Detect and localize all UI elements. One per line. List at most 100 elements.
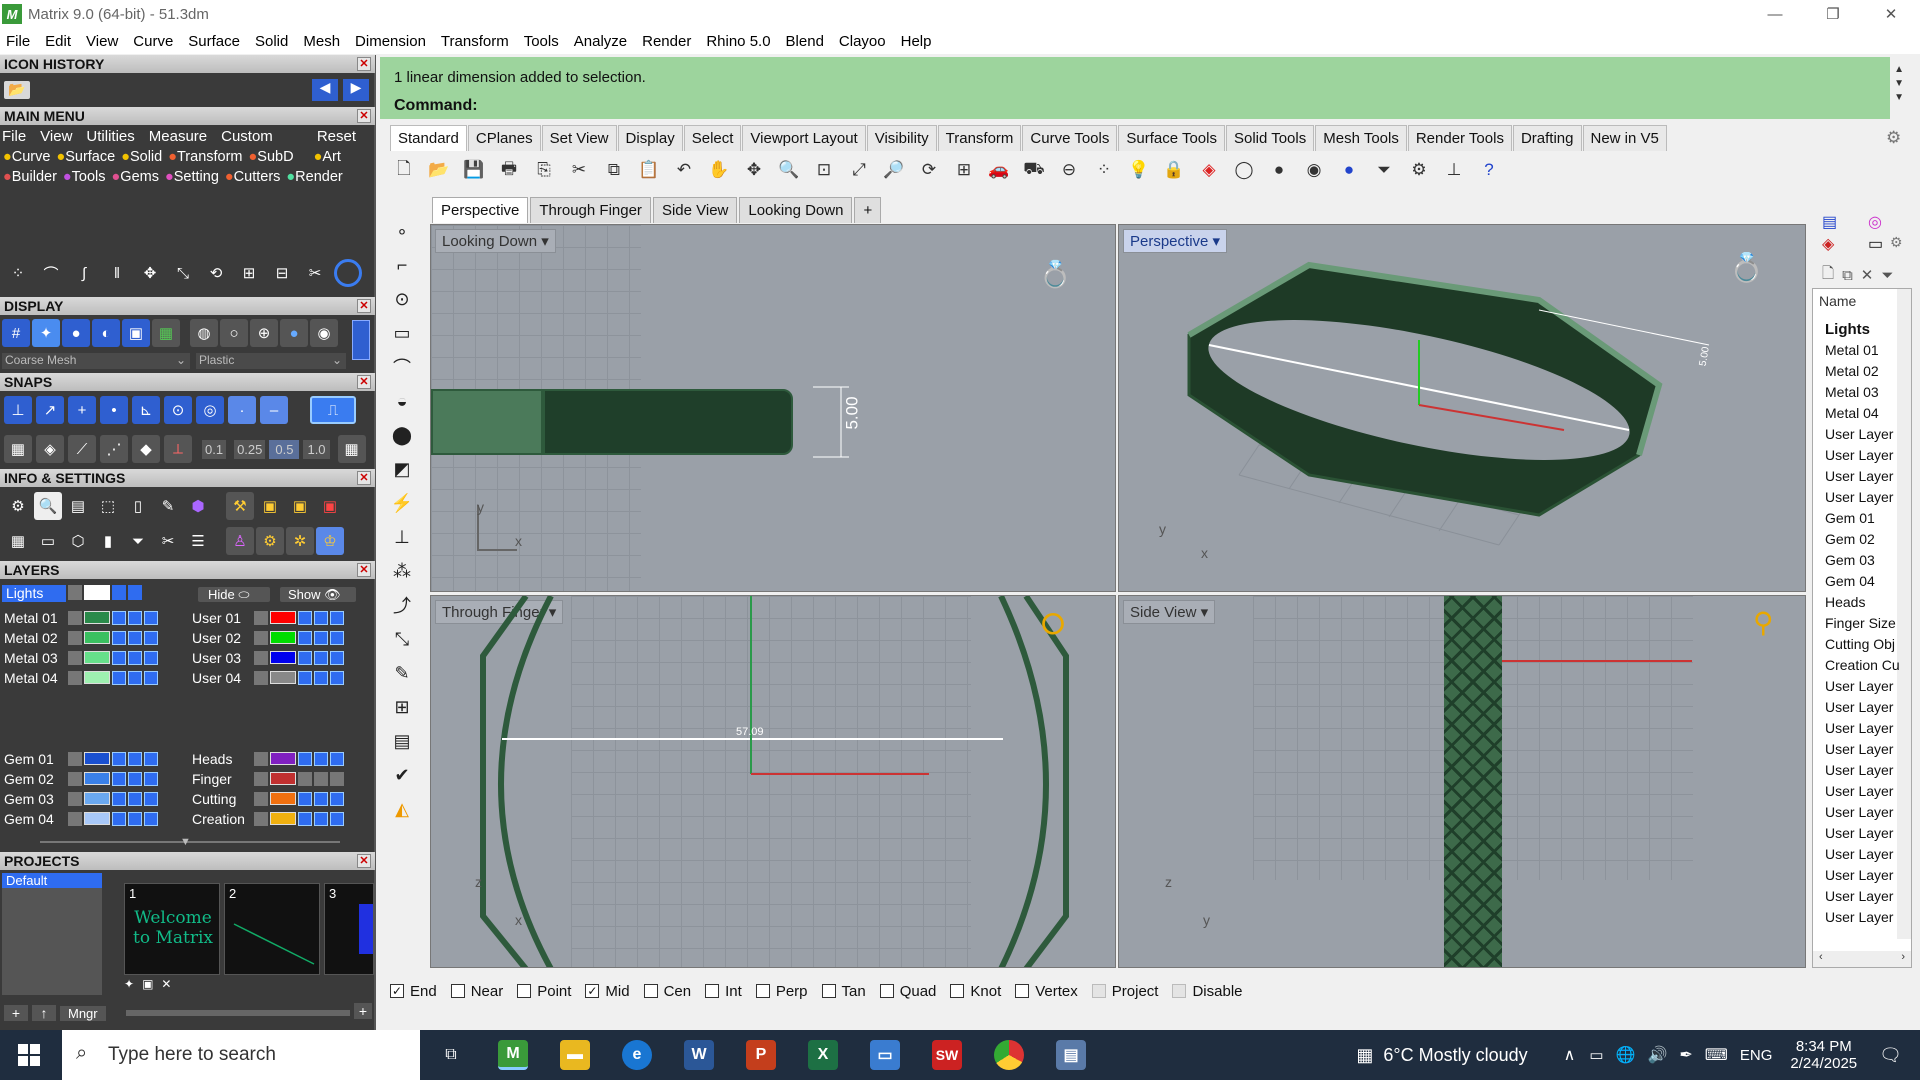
project-slot-1[interactable]: 1 Welcome to Matrix xyxy=(124,883,220,975)
checkbox-checked-icon[interactable]: ✓ xyxy=(585,984,600,998)
close-icon[interactable]: ✕ xyxy=(357,57,371,71)
menu-blend[interactable]: Blend xyxy=(786,33,824,50)
task-view-icon[interactable]: ⧉ xyxy=(436,1040,466,1070)
tab-cplanes[interactable]: CPlanes xyxy=(467,125,541,151)
menu-view[interactable]: View xyxy=(86,33,118,50)
layer-item[interactable]: Heads xyxy=(1825,594,1865,610)
monitor-icon[interactable]: ▭ xyxy=(34,527,62,555)
layer-visible-icon[interactable] xyxy=(128,610,142,625)
snap-ortho-icon[interactable]: ⎍ xyxy=(310,396,356,424)
weather-icon[interactable]: ▦ xyxy=(1356,1045,1373,1066)
tab-curve-tools[interactable]: Curve Tools xyxy=(1022,125,1118,151)
list-icon[interactable]: ☰ xyxy=(184,527,212,555)
snap-tan-icon[interactable]: – xyxy=(260,396,288,424)
smart-track-icon[interactable]: ⋰ xyxy=(100,435,128,463)
layer-color-swatch[interactable] xyxy=(270,812,296,825)
filter-icon[interactable]: ⏷ xyxy=(1370,156,1398,184)
tab-render-tools[interactable]: Render Tools xyxy=(1407,125,1512,151)
menu-edit[interactable]: Edit xyxy=(45,33,71,50)
checkbox-icon[interactable] xyxy=(450,984,465,998)
layer-color-swatch[interactable] xyxy=(84,651,110,664)
layer-lock-icon[interactable] xyxy=(112,630,126,645)
viewport-label[interactable]: Looking Down ▾ xyxy=(435,229,556,253)
close-icon[interactable]: ✕ xyxy=(161,977,171,991)
ring-orientation-icon[interactable]: ⚲ xyxy=(1753,606,1774,639)
layer-gem-02[interactable]: Gem 02 xyxy=(4,769,160,788)
sphere-blue-icon[interactable]: ● xyxy=(1335,156,1363,184)
tab-drafting[interactable]: Drafting xyxy=(1512,125,1582,151)
layer-item[interactable]: User Layer xyxy=(1825,762,1893,778)
osnap-vertex[interactable]: Vertex xyxy=(1015,983,1078,1000)
layer-color-swatch[interactable] xyxy=(84,585,110,600)
move-view-icon[interactable]: ✥ xyxy=(740,156,768,184)
osnap-project[interactable]: Project xyxy=(1091,983,1158,1000)
layer-metal-03[interactable]: Metal 03 xyxy=(4,648,160,667)
main-menu-builder[interactable]: ●Builder xyxy=(3,169,57,185)
snap-mid-icon[interactable]: · xyxy=(228,396,256,424)
car-icon[interactable]: 🚗 xyxy=(985,156,1013,184)
tab-solid-tools[interactable]: Solid Tools xyxy=(1225,125,1315,151)
project-slot-2[interactable]: 2 xyxy=(224,883,320,975)
rotate-icon[interactable]: ⟲ xyxy=(202,259,230,287)
tab-select[interactable]: Select xyxy=(683,125,742,151)
tab-looking-down[interactable]: Looking Down xyxy=(739,197,853,223)
layer-expand-icon[interactable] xyxy=(68,670,82,685)
command-prompt[interactable]: Command: xyxy=(394,97,478,115)
lock-icon[interactable]: 🔒 xyxy=(1160,156,1188,184)
layer-item[interactable]: User Layer xyxy=(1825,720,1893,736)
layer-item[interactable]: User Layer xyxy=(1825,741,1893,757)
battery-icon[interactable]: ▭ xyxy=(1589,1046,1603,1064)
curve-edit-icon[interactable]: ⤴ xyxy=(388,591,416,619)
checkbox-icon[interactable] xyxy=(755,984,770,998)
ring-builder-icon[interactable]: ⚒ xyxy=(226,492,254,520)
layer-lock-icon[interactable] xyxy=(298,751,312,766)
circle-icon[interactable] xyxy=(334,259,362,287)
new-icon[interactable]: 🗋 xyxy=(390,156,418,184)
bezel-icon[interactable]: ⚙ xyxy=(256,527,284,555)
layer-expand-icon[interactable] xyxy=(254,791,268,806)
zoom-selected-icon[interactable]: 🔎 xyxy=(880,156,908,184)
layer-print-icon[interactable] xyxy=(330,650,344,665)
close-icon[interactable]: ✕ xyxy=(357,375,371,389)
layer-print-icon[interactable] xyxy=(330,811,344,826)
doc-icon[interactable]: ▮ xyxy=(94,527,122,555)
tab-standard[interactable]: Standard xyxy=(390,125,467,151)
layer-lock-icon[interactable] xyxy=(112,791,126,806)
layer-lock-icon[interactable] xyxy=(112,585,126,600)
layer-visible-icon[interactable] xyxy=(314,791,328,806)
layer-item[interactable]: User Layer xyxy=(1825,699,1893,715)
solidworks-icon[interactable]: SW xyxy=(932,1040,962,1070)
snap-end-icon[interactable]: ⊥ xyxy=(4,396,32,424)
settings-icon[interactable]: ⚙ xyxy=(4,492,32,520)
command-scroll-icons[interactable]: ▲ ▼ ▼ xyxy=(1894,63,1904,105)
filter-icon[interactable]: ⏷ xyxy=(124,527,152,555)
osnap-mid[interactable]: ✓ Mid xyxy=(585,983,630,1000)
layer-visible-icon[interactable] xyxy=(314,751,328,766)
delete-frame-icon[interactable]: ▣ xyxy=(316,492,344,520)
show-button[interactable]: Show 👁 xyxy=(280,587,356,602)
paint-icon[interactable]: ◭ xyxy=(388,795,416,823)
osnap-perp[interactable]: Perp xyxy=(755,983,808,1000)
layers-icon[interactable]: ◈ xyxy=(1822,234,1834,254)
main-menu-custom[interactable]: Custom xyxy=(221,128,273,145)
arrow-left-icon[interactable]: ◀ xyxy=(312,79,338,101)
layer-expand-icon[interactable] xyxy=(68,610,82,625)
layer-item-lights[interactable]: Lights xyxy=(1825,321,1870,338)
gumball-icon[interactable]: ◆ xyxy=(132,435,160,463)
import-icon[interactable]: ⎘ xyxy=(530,156,558,184)
snap-point-icon[interactable]: • xyxy=(100,396,128,424)
layer-visible-icon[interactable] xyxy=(314,650,328,665)
lightning-icon[interactable]: ⚡ xyxy=(388,489,416,517)
layer-lock-icon[interactable] xyxy=(298,670,312,685)
menu-help[interactable]: Help xyxy=(901,33,932,50)
name-column-header[interactable]: Name xyxy=(1819,293,1856,309)
pan-icon[interactable]: ✋ xyxy=(705,156,733,184)
layer-metal-02[interactable]: Metal 02 xyxy=(4,628,160,647)
layer-item[interactable]: Metal 02 xyxy=(1825,363,1879,379)
add-project-icon[interactable]: + xyxy=(4,1005,28,1021)
layer-expand-icon[interactable] xyxy=(68,811,82,826)
display-toggle[interactable] xyxy=(352,320,370,360)
menu-file[interactable]: File xyxy=(6,33,30,50)
hide-button[interactable]: Hide ⬭ xyxy=(198,587,270,602)
scroll-left-icon[interactable]: ‹ xyxy=(1819,951,1823,967)
